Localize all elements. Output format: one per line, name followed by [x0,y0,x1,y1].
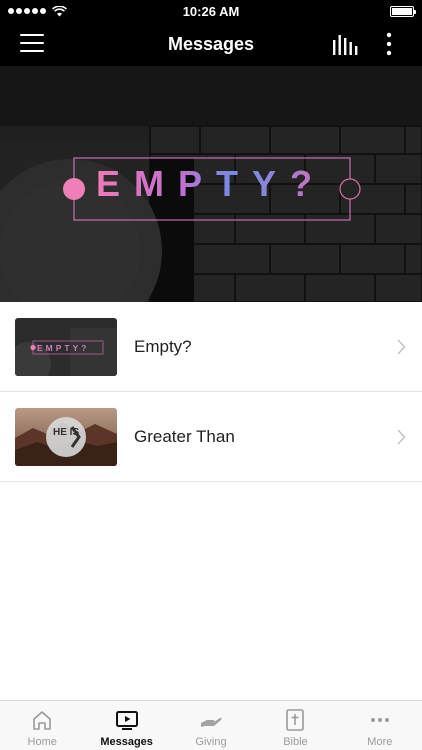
page-title: Messages [167,34,255,54]
featured-series-banner[interactable]: EMPTY? [0,66,422,302]
more-options-button[interactable] [382,30,396,58]
wifi-icon [52,5,67,16]
hand-icon [201,717,222,727]
tab-label: Giving [195,736,227,748]
list-item-greater-than[interactable]: HE IS Greater Than [0,392,422,482]
tab-label: More [367,736,393,748]
play-screen-icon [115,711,138,730]
tab-label: Bible [283,736,308,748]
list-item-empty[interactable]: EMPTY? Empty? [0,302,422,392]
tab-bible[interactable]: Bible [253,701,337,750]
bottom-tab-bar: Home Messages Giving Bible More [0,700,422,750]
home-icon [33,711,52,730]
tab-label: Messages [100,736,153,748]
tab-more[interactable]: More [338,701,422,750]
status-signal [8,5,67,17]
chevron-right-icon [397,339,406,355]
tab-messages[interactable]: Messages [84,701,168,750]
bible-icon [286,709,305,731]
navigation-bar: Messages [0,22,422,66]
message-title: Empty? [134,337,192,356]
message-title: Greater Than [134,427,235,446]
dots-icon [370,718,389,722]
battery-icon [390,5,416,17]
status-bar: 10:26 AM [0,0,422,22]
chevron-right-icon [397,429,406,445]
signal-strength-icon [8,8,46,14]
tab-giving[interactable]: Giving [169,701,253,750]
series-thumbnail-empty: EMPTY? [15,318,117,376]
message-series-list: EMPTY? Empty? HE IS Greater Than [0,302,422,482]
thumb-title-empty: EMPTY? [37,343,89,353]
hero-series-title: EMPTY? [96,162,336,206]
series-thumbnail-greater-than: HE IS [15,408,117,466]
audio-bars-icon[interactable] [332,32,358,56]
tab-home[interactable]: Home [0,701,84,750]
tab-label: Home [27,736,57,748]
